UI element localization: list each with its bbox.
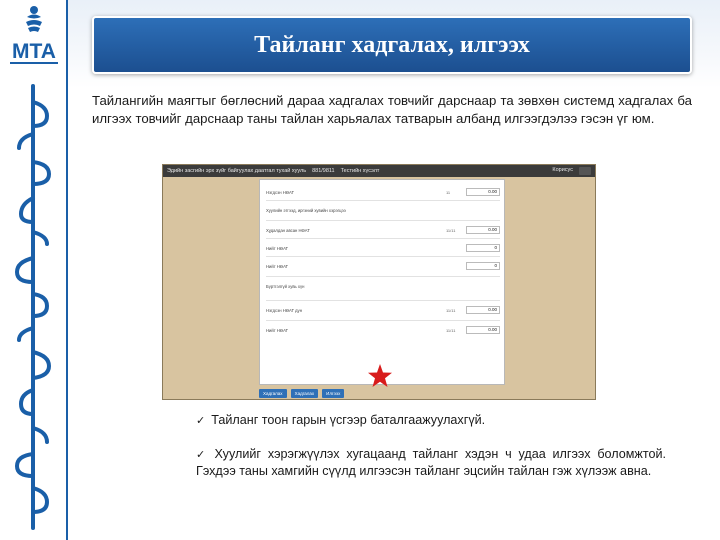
note-1-text: Тайланг тоон гарын үсгээр баталгаажуулах… [211,413,486,427]
table-row: Нийт НӨАТ 11/11 0.00 [266,324,500,336]
screenshot-user: Корисус [552,167,573,173]
page-title: Тайланг хадгалах, илгээх [254,31,530,58]
value-field[interactable]: 0.00 [466,306,500,314]
table-row: Нийт НӨАТ 0 [266,242,500,254]
sidebar: MTA [0,0,68,540]
table-row: Нэгдсэн НӨАТ дүн 11/11 0.00 [266,304,500,316]
save-button[interactable]: Хадгалах [290,388,319,398]
table-row: Бүртгэлгүй хувь хүн [266,283,305,289]
back-button[interactable]: Хадгалах [259,388,287,398]
check-icon: ✓ [196,414,206,427]
value-field[interactable]: 0.00 [466,326,500,334]
table-row: Худалдан авсан НӨАТ 11/11 0.00 [266,224,500,236]
table-row: Нэгдсэн НӨАТ 11 0.00 [266,186,500,198]
note-2-text: Хуулийг хэрэгжүүлэх хугацаанд тайланг хэ… [196,447,667,478]
star-icon [368,364,392,387]
screenshot-titlebar: Эдийн засгийн эрх зүйг байгуулах даатгал… [163,165,595,177]
embedded-screenshot: Эдийн засгийн эрх зүйг байгуулах даатгал… [162,164,596,400]
screenshot-form-panel: Нэгдсэн НӨАТ 11 0.00 Хуулийн этгээд, иргэн… [259,179,505,385]
table-row: Нийт НӨАТ 0 [266,260,500,272]
value-field[interactable]: 0.00 [466,188,500,196]
mta-logo: MTA [10,6,58,64]
send-button[interactable]: Илгээх [322,388,345,398]
screenshot-menu-button[interactable] [579,167,591,175]
note-1: ✓ Тайланг тоон гарын үсгээр баталгаажуула… [196,412,666,429]
title-banner: Тайланг хадгалах, илгээх [92,16,692,74]
screenshot-title: Эдийн засгийн эрх зүйг байгуулах даатгал… [167,168,307,174]
note-2: ✓ Хуулийг хэрэгжүүлэх хугацаанд тайланг х… [196,446,666,480]
mongolian-script-decoration [14,84,52,530]
svg-text:MTA: MTA [12,40,56,63]
screenshot-test: Тестийн хүсэлт [340,168,380,174]
value-field[interactable]: 0 [466,262,500,270]
screenshot-code: 881/9811 [312,168,335,174]
value-field[interactable]: 0.00 [466,226,500,234]
value-field[interactable]: 0 [466,244,500,252]
table-row: Хуулийн этгээд, иргэний хувийн хэрэгцээ [266,207,346,213]
check-icon: ✓ [196,448,209,461]
intro-paragraph: Тайлангийн маягтыг бөглөсний дараа хадга… [92,93,692,126]
